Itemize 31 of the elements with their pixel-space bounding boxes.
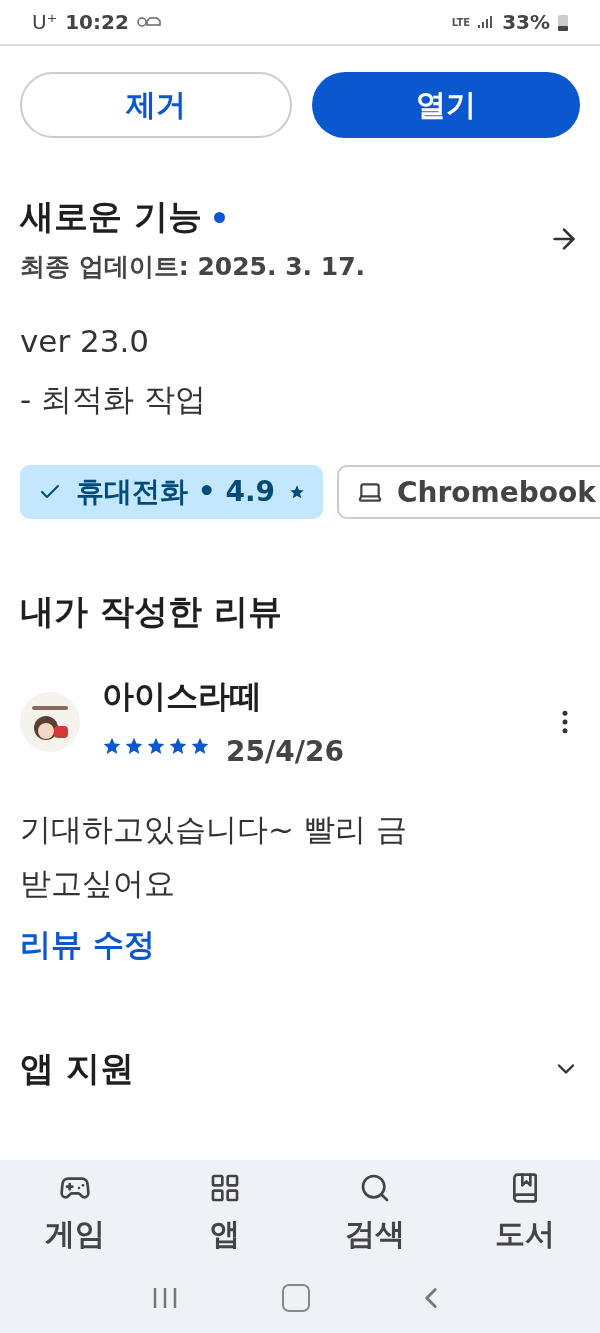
network-label: LTE <box>451 16 471 28</box>
review-text: 기대하고있습니다~ 빨리 금 받고싶어요 <box>20 810 408 903</box>
release-note: ver 23.0 <box>20 323 151 359</box>
clock: 10:22 <box>65 10 129 34</box>
home-icon[interactable] <box>282 1284 310 1312</box>
review-date: 25/4/26 <box>226 735 344 768</box>
release-note: - 최적화 작업 <box>20 380 207 419</box>
update-date: 최종 업데이트: 2025. 3. 17. <box>20 251 367 283</box>
nav-tab[interactable]: 앱 <box>150 1172 300 1263</box>
new-dot <box>213 211 225 223</box>
section-title: 앱 지원 <box>20 1047 135 1090</box>
carrier-label: U⁺ <box>32 10 58 34</box>
uninstall-button[interactable]: 제거 <box>20 72 292 138</box>
nav-tab[interactable]: 검색 <box>300 1172 450 1263</box>
star-icon <box>289 484 305 500</box>
battery-level: 33% <box>502 10 550 34</box>
grid-icon <box>209 1172 241 1204</box>
car-icon <box>136 16 163 28</box>
search-icon <box>359 1172 391 1204</box>
device-chip[interactable]: Chromebook <box>337 465 600 519</box>
edit-review-link[interactable]: 리뷰 수정 <box>20 924 580 966</box>
signal-icon <box>478 15 495 29</box>
section-title: 새로운 기능 <box>20 195 202 238</box>
nav-tab[interactable]: 도서 <box>450 1172 600 1263</box>
section-title: 내가 작성한 리뷰 <box>20 590 283 633</box>
reviewer-name: 아이스라떼 <box>102 676 263 717</box>
device-chip[interactable]: 휴대전화 • 4.9 <box>20 465 323 519</box>
recent-apps-icon[interactable] <box>152 1286 178 1310</box>
open-button[interactable]: 열기 <box>312 72 580 138</box>
nav-tab[interactable]: 게임 <box>0 1172 150 1263</box>
battery-icon <box>558 13 568 31</box>
